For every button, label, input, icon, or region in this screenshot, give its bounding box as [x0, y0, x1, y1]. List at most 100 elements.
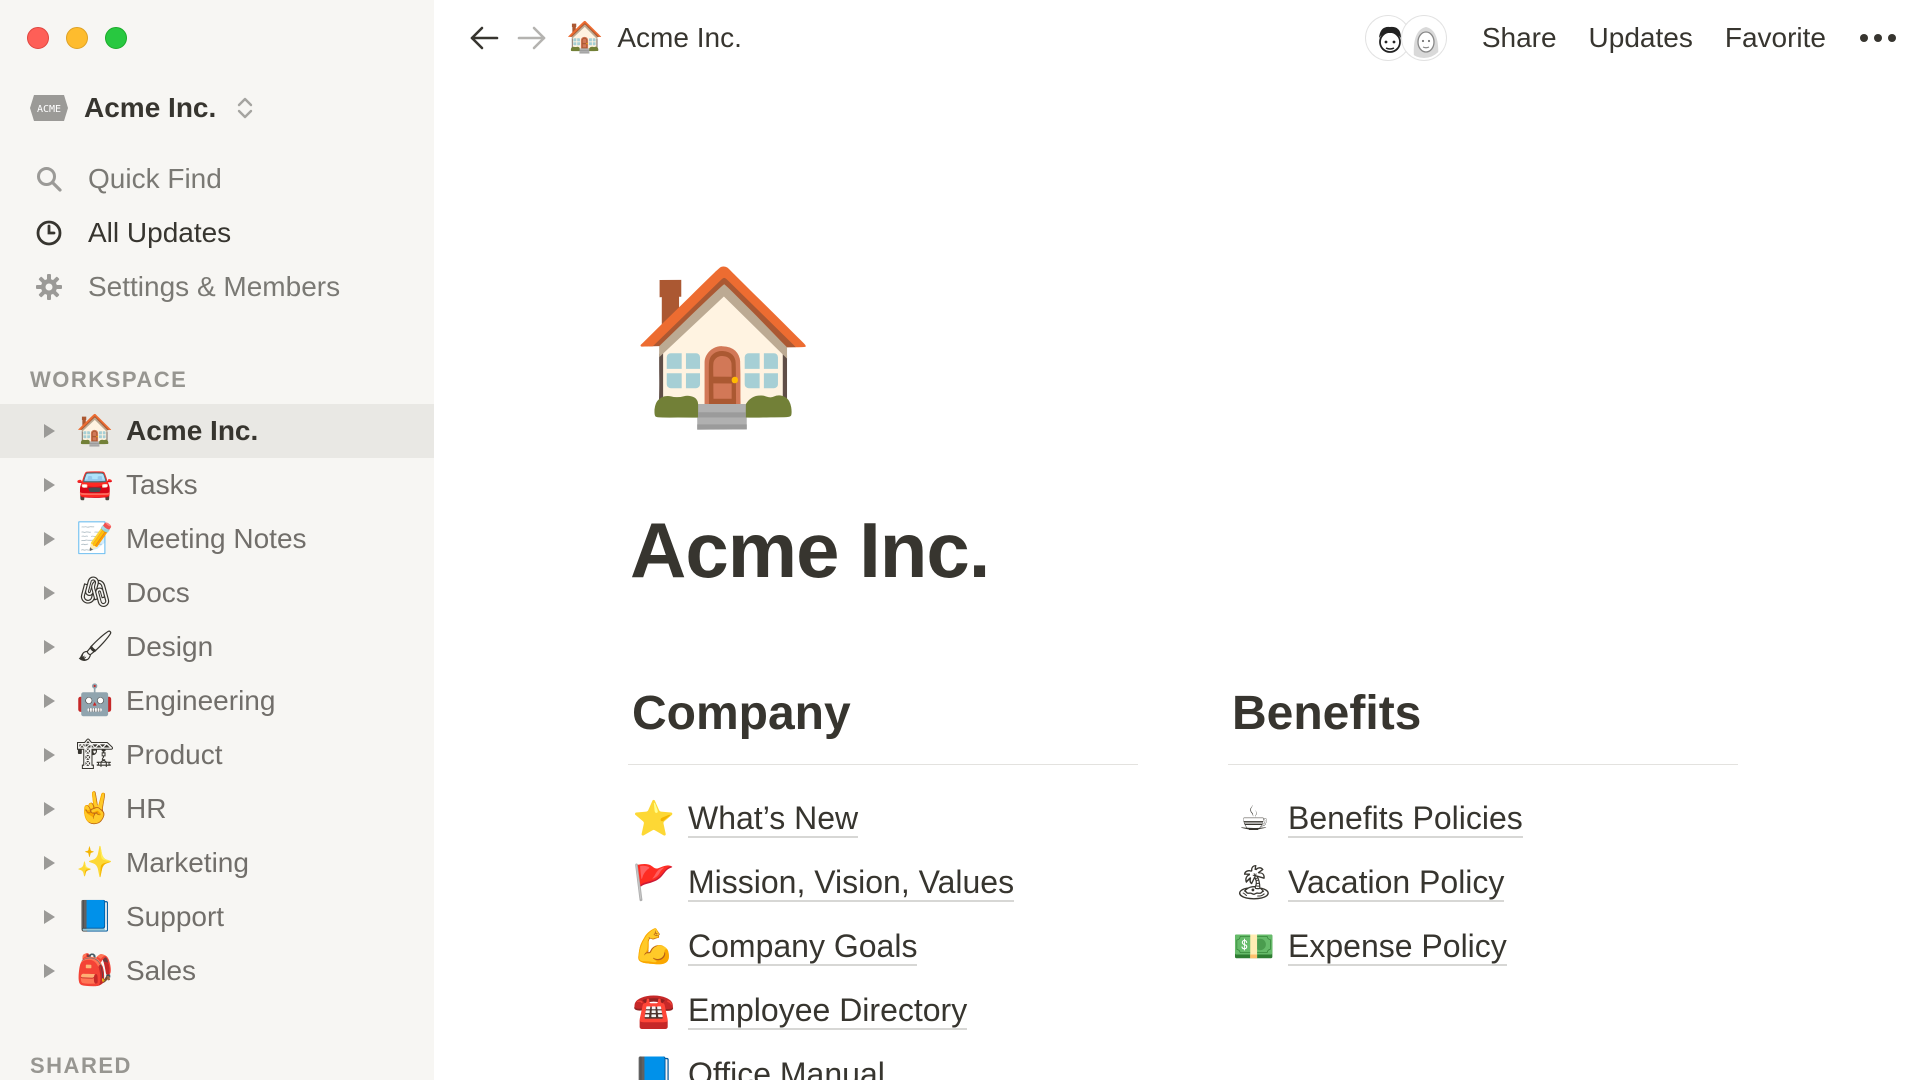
expand-caret-icon[interactable]	[40, 422, 58, 440]
sidebar-menu: Quick Find All Updates Settings & Member…	[0, 152, 434, 314]
company-column: Company ⭐ What’s New 🚩 Mission, Vision, …	[628, 684, 1138, 1080]
car-icon: 🚘	[76, 468, 114, 501]
link-label: Mission, Vision, Values	[688, 864, 1015, 903]
sidebar-item-docs[interactable]: 🖇 Docs	[0, 566, 434, 620]
sidebar-item-tasks[interactable]: 🚘 Tasks	[0, 458, 434, 512]
sidebar-item-design[interactable]: 🖌 Design	[0, 620, 434, 674]
quick-find-label: Quick Find	[88, 163, 222, 194]
flag-icon: 🚩	[632, 864, 676, 902]
sidebar-item-label: Meeting Notes	[126, 523, 307, 554]
expand-caret-icon[interactable]	[40, 476, 58, 494]
arrow-right-icon	[517, 26, 546, 50]
ellipsis-icon	[1860, 34, 1896, 42]
share-button[interactable]: Share	[1482, 22, 1557, 54]
svg-text:ACME: ACME	[37, 104, 61, 115]
workspace-name: Acme Inc.	[84, 92, 217, 123]
link-label: Expense Policy	[1288, 928, 1507, 967]
paintbrush-icon: 🖌	[75, 630, 115, 663]
benefits-heading: Benefits	[1232, 687, 1422, 740]
link-label: What’s New	[688, 800, 859, 839]
link-company-goals[interactable]: 💪 Company Goals	[628, 915, 1138, 979]
link-office-manual[interactable]: 📘 Office Manual	[628, 1043, 1138, 1080]
sidebar-item-label: Tasks	[126, 469, 198, 500]
settings-members-label: Settings & Members	[88, 271, 341, 302]
settings-members-button[interactable]: Settings & Members	[0, 260, 434, 314]
construction-crane-icon: 🏗	[75, 738, 115, 771]
star-icon: ⭐	[632, 800, 676, 838]
minimize-window-button[interactable]	[66, 27, 88, 49]
page-title[interactable]: Acme Inc.	[630, 505, 990, 596]
breadcrumb[interactable]: 🏠 Acme Inc.	[566, 22, 742, 54]
sidebar-item-label: HR	[126, 793, 167, 824]
sparkles-icon: ✨	[76, 846, 114, 879]
link-label: Benefits Policies	[1288, 800, 1523, 839]
sidebar-item-product[interactable]: 🏗 Product	[0, 728, 434, 782]
sidebar-item-sales[interactable]: 🎒 Sales	[0, 944, 434, 998]
sidebar: ACME Acme Inc. Quick Find All Updates Se…	[0, 0, 434, 1080]
sidebar-item-support[interactable]: 📘 Support	[0, 890, 434, 944]
workspace-switcher[interactable]: ACME Acme Inc.	[30, 92, 254, 124]
sidebar-item-engineering[interactable]: 🤖 Engineering	[0, 674, 434, 728]
sidebar-item-hr[interactable]: ✌️ HR	[0, 782, 434, 836]
updates-button[interactable]: Updates	[1589, 22, 1693, 54]
dollar-banknote-icon: 💵	[1232, 928, 1276, 966]
breadcrumb-label: Acme Inc.	[617, 22, 742, 53]
link-whats-new[interactable]: ⭐ What’s New	[628, 787, 1138, 851]
page-icon[interactable]: 🏠	[630, 270, 817, 420]
link-expense-policy[interactable]: 💵 Expense Policy	[1228, 915, 1738, 979]
expand-caret-icon[interactable]	[40, 584, 58, 602]
robot-icon: 🤖	[76, 684, 114, 717]
more-options-button[interactable]	[1858, 18, 1898, 58]
acme-logo-icon: ACME	[30, 95, 68, 121]
link-mission-vision-values[interactable]: 🚩 Mission, Vision, Values	[628, 851, 1138, 915]
close-window-button[interactable]	[27, 27, 49, 49]
sidebar-item-meeting-notes[interactable]: 📝 Meeting Notes	[0, 512, 434, 566]
zoom-window-button[interactable]	[105, 27, 127, 49]
chevron-updown-icon	[238, 97, 253, 119]
expand-caret-icon[interactable]	[40, 746, 58, 764]
arrow-left-icon	[470, 26, 499, 50]
paperclips-icon: 🖇	[75, 576, 115, 609]
memo-icon: 📝	[76, 522, 114, 555]
all-updates-button[interactable]: All Updates	[0, 206, 434, 260]
favorite-button[interactable]: Favorite	[1725, 22, 1826, 54]
forward-button[interactable]	[512, 18, 552, 58]
company-heading: Company	[632, 687, 851, 740]
link-vacation-policy[interactable]: 🏝 Vacation Policy	[1228, 851, 1738, 915]
link-label: Vacation Policy	[1288, 864, 1505, 903]
link-label: Employee Directory	[688, 992, 968, 1031]
telephone-icon: ☎️	[632, 992, 676, 1030]
expand-caret-icon[interactable]	[40, 800, 58, 818]
victory-hand-icon: ✌️	[76, 792, 114, 825]
sidebar-item-acme-inc[interactable]: 🏠 Acme Inc.	[0, 404, 434, 458]
avatar[interactable]	[1401, 16, 1446, 60]
link-benefits-policies[interactable]: ☕ Benefits Policies	[1228, 787, 1738, 851]
expand-caret-icon[interactable]	[40, 692, 58, 710]
sidebar-item-label: Support	[126, 901, 225, 932]
expand-caret-icon[interactable]	[40, 638, 58, 656]
expand-caret-icon[interactable]	[40, 854, 58, 872]
topbar: 🏠 Acme Inc. Share Updates Favorite	[434, 0, 1920, 76]
divider	[1228, 764, 1738, 765]
search-icon	[34, 164, 64, 194]
back-button[interactable]	[464, 18, 504, 58]
expand-caret-icon[interactable]	[40, 530, 58, 548]
link-employee-directory[interactable]: ☎️ Employee Directory	[628, 979, 1138, 1043]
expand-caret-icon[interactable]	[40, 962, 58, 980]
backpack-icon: 🎒	[76, 954, 114, 987]
gear-icon	[34, 272, 64, 302]
sidebar-item-marketing[interactable]: ✨ Marketing	[0, 836, 434, 890]
coffee-icon: ☕	[1238, 800, 1270, 838]
link-label: Office Manual	[688, 1056, 885, 1080]
blue-book-icon: 📘	[76, 900, 114, 933]
quick-find-button[interactable]: Quick Find	[0, 152, 434, 206]
sidebar-item-label: Engineering	[126, 685, 276, 716]
sidebar-item-label: Sales	[126, 955, 197, 986]
sidebar-item-label: Marketing	[126, 847, 249, 878]
sidebar-item-label: Acme Inc.	[126, 415, 259, 446]
expand-caret-icon[interactable]	[40, 908, 58, 926]
shared-section-label: SHARED	[30, 1053, 132, 1078]
workspace-page-list: 🏠 Acme Inc. 🚘 Tasks 📝 Meeting Notes 🖇 Do…	[0, 404, 434, 998]
sidebar-item-label: Design	[126, 631, 214, 662]
collaborator-avatars[interactable]	[1365, 16, 1446, 60]
